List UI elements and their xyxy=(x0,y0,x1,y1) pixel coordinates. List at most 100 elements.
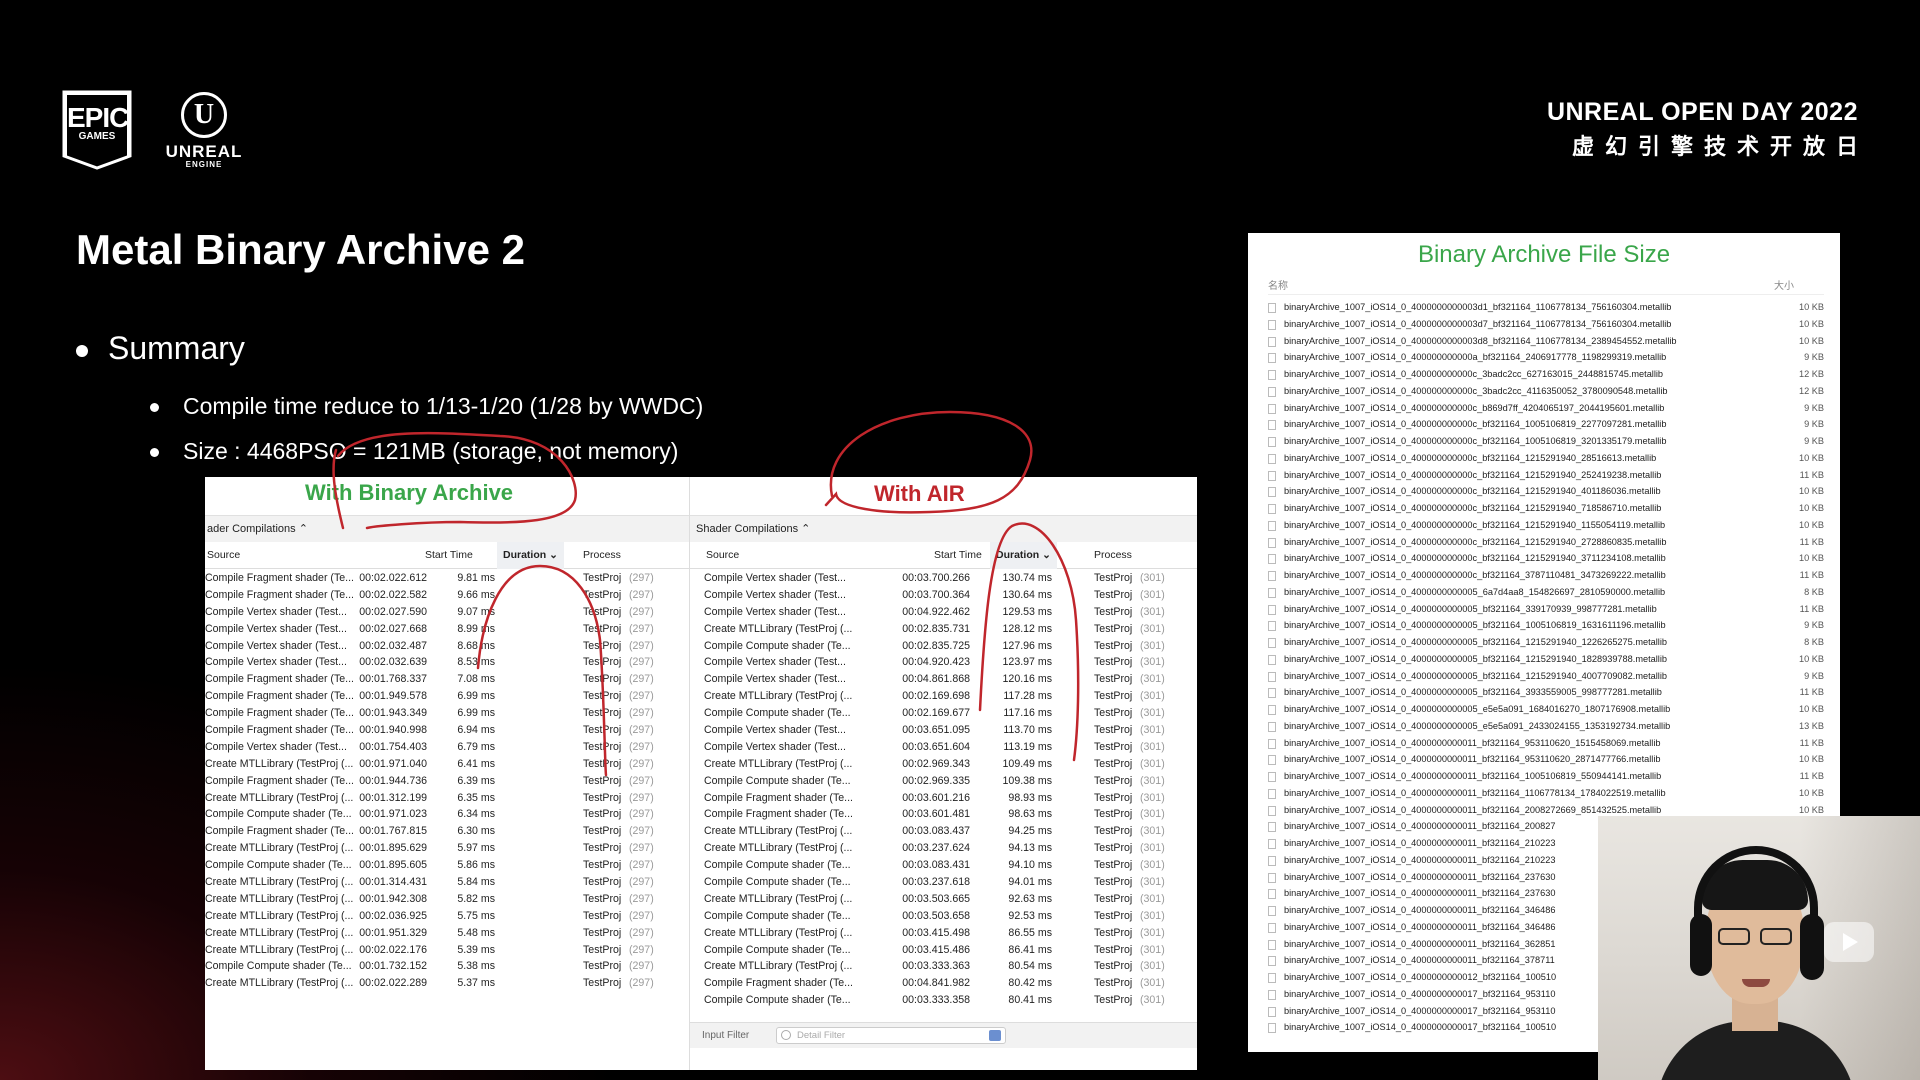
file-row[interactable]: binaryArchive_1007_iOS14_0_400000000000c… xyxy=(1268,500,1824,517)
file-row[interactable]: binaryArchive_1007_iOS14_0_4000000000011… xyxy=(1268,735,1824,752)
file-row[interactable]: binaryArchive_1007_iOS14_0_4000000000005… xyxy=(1268,718,1824,735)
table-row[interactable]: Compile Fragment shader (Te... 00:04.841.… xyxy=(690,975,1197,992)
file-row[interactable]: binaryArchive_1007_iOS14_0_4000000000011… xyxy=(1268,751,1824,768)
table-row[interactable]: Compile Fragment shader (Te... 00:01.944.… xyxy=(205,773,689,790)
col-start-time[interactable]: Start Time xyxy=(934,542,982,569)
col-process[interactable]: Process xyxy=(1094,542,1132,569)
filter-options-icon[interactable] xyxy=(989,1030,1001,1041)
table-row[interactable]: Create MTLLibrary (TestProj (... 00:01.31… xyxy=(205,790,689,807)
table-row[interactable]: Compile Vertex shader (Test... 00:04.920.… xyxy=(690,654,1197,671)
table-row[interactable]: Compile Compute shader (Te... 00:03.237.6… xyxy=(690,874,1197,891)
table-row[interactable]: Create MTLLibrary (TestProj (... 00:02.96… xyxy=(690,756,1197,773)
table-row[interactable]: Compile Compute shader (Te... 00:03.083.4… xyxy=(690,857,1197,874)
file-row[interactable]: binaryArchive_1007_iOS14_0_4000000000005… xyxy=(1268,634,1824,651)
file-row[interactable]: binaryArchive_1007_iOS14_0_400000000000c… xyxy=(1268,550,1824,567)
table-row[interactable]: Create MTLLibrary (TestProj (... 00:01.89… xyxy=(205,840,689,857)
file-row[interactable]: binaryArchive_1007_iOS14_0_400000000000c… xyxy=(1268,567,1824,584)
table-row[interactable]: Compile Vertex shader (Test... 00:02.027.… xyxy=(205,621,689,638)
table-row[interactable]: Create MTLLibrary (TestProj (... 00:03.23… xyxy=(690,840,1197,857)
cell-pid: (297) xyxy=(629,622,654,635)
file-row[interactable]: binaryArchive_1007_iOS14_0_400000000000c… xyxy=(1268,366,1824,383)
table-row[interactable]: Create MTLLibrary (TestProj (... 00:02.02… xyxy=(205,975,689,992)
shader-compilations-dropdown[interactable]: Shader Compilations ⌃ xyxy=(690,515,1197,543)
file-row[interactable]: binaryArchive_1007_iOS14_0_4000000000003… xyxy=(1268,316,1824,333)
table-row[interactable]: Create MTLLibrary (TestProj (... 00:01.97… xyxy=(205,756,689,773)
table-row[interactable]: Compile Vertex shader (Test... 00:02.032.… xyxy=(205,654,689,671)
detail-filter-input[interactable]: Detail Filter xyxy=(776,1027,1006,1044)
file-row[interactable]: binaryArchive_1007_iOS14_0_400000000000c… xyxy=(1268,383,1824,400)
file-row[interactable]: binaryArchive_1007_iOS14_0_4000000000005… xyxy=(1268,601,1824,618)
table-row[interactable]: Compile Compute shader (Te... 00:01.895.6… xyxy=(205,857,689,874)
file-row[interactable]: binaryArchive_1007_iOS14_0_4000000000005… xyxy=(1268,617,1824,634)
file-row[interactable]: binaryArchive_1007_iOS14_0_4000000000005… xyxy=(1268,668,1824,685)
table-row[interactable]: Compile Vertex shader (Test... 00:02.027.… xyxy=(205,604,689,621)
table-row[interactable]: Create MTLLibrary (TestProj (... 00:03.08… xyxy=(690,823,1197,840)
table-row[interactable]: Create MTLLibrary (TestProj (... 00:02.16… xyxy=(690,688,1197,705)
col-process[interactable]: Process xyxy=(583,542,621,569)
table-row[interactable]: Compile Vertex shader (Test... 00:02.032.… xyxy=(205,638,689,655)
file-row[interactable]: binaryArchive_1007_iOS14_0_4000000000005… xyxy=(1268,684,1824,701)
table-row[interactable]: Compile Compute shader (Te... 00:03.503.6… xyxy=(690,908,1197,925)
col-duration[interactable]: Duration ⌄ xyxy=(990,542,1057,569)
table-row[interactable]: Compile Fragment shader (Te... 00:01.940.… xyxy=(205,722,689,739)
file-row[interactable]: binaryArchive_1007_iOS14_0_400000000000c… xyxy=(1268,400,1824,417)
file-row[interactable]: binaryArchive_1007_iOS14_0_400000000000c… xyxy=(1268,467,1824,484)
cell-pid: (297) xyxy=(629,757,654,770)
table-row[interactable]: Compile Fragment shader (Te... 00:01.767.… xyxy=(205,823,689,840)
table-row[interactable]: Create MTLLibrary (TestProj (... 00:03.50… xyxy=(690,891,1197,908)
table-row[interactable]: Compile Compute shader (Te... 00:02.169.6… xyxy=(690,705,1197,722)
table-row[interactable]: Create MTLLibrary (TestProj (... 00:02.02… xyxy=(205,942,689,959)
col-duration[interactable]: Duration ⌄ xyxy=(497,542,564,569)
table-row[interactable]: Create MTLLibrary (TestProj (... 00:03.41… xyxy=(690,925,1197,942)
col-size[interactable]: 大小 xyxy=(1774,277,1794,292)
file-row[interactable]: binaryArchive_1007_iOS14_0_400000000000a… xyxy=(1268,349,1824,366)
table-row[interactable]: Compile Vertex shader (Test... 00:03.651.… xyxy=(690,722,1197,739)
table-row[interactable]: Create MTLLibrary (TestProj (... 00:02.03… xyxy=(205,908,689,925)
col-source[interactable]: Source xyxy=(207,542,240,569)
table-row[interactable]: Compile Compute shader (Te... 00:01.971.0… xyxy=(205,806,689,823)
file-row[interactable]: binaryArchive_1007_iOS14_0_4000000000005… xyxy=(1268,701,1824,718)
table-row[interactable]: Compile Fragment shader (Te... 00:01.768.… xyxy=(205,671,689,688)
file-row[interactable]: binaryArchive_1007_iOS14_0_400000000000c… xyxy=(1268,534,1824,551)
table-row[interactable]: Compile Fragment shader (Te... 00:02.022.… xyxy=(205,587,689,604)
file-row[interactable]: binaryArchive_1007_iOS14_0_4000000000003… xyxy=(1268,333,1824,350)
table-row[interactable]: Create MTLLibrary (TestProj (... 00:01.94… xyxy=(205,891,689,908)
col-start-time[interactable]: Start Time xyxy=(425,542,473,569)
cell-pid: (297) xyxy=(629,825,654,838)
file-row[interactable]: binaryArchive_1007_iOS14_0_4000000000011… xyxy=(1268,785,1824,802)
table-row[interactable]: Compile Fragment shader (Te... 00:03.601.… xyxy=(690,806,1197,823)
table-row[interactable]: Compile Fragment shader (Te... 00:03.601.… xyxy=(690,790,1197,807)
table-row[interactable]: Compile Fragment shader (Te... 00:01.943.… xyxy=(205,705,689,722)
play-icon[interactable] xyxy=(1824,922,1874,962)
file-row[interactable]: binaryArchive_1007_iOS14_0_4000000000005… xyxy=(1268,584,1824,601)
table-row[interactable]: Compile Vertex shader (Test... 00:03.700.… xyxy=(690,570,1197,587)
table-row[interactable]: Compile Vertex shader (Test... 00:01.754.… xyxy=(205,739,689,756)
file-row[interactable]: binaryArchive_1007_iOS14_0_400000000000c… xyxy=(1268,450,1824,467)
table-row[interactable]: Create MTLLibrary (TestProj (... 00:01.31… xyxy=(205,874,689,891)
table-row[interactable]: Compile Vertex shader (Test... 00:04.861.… xyxy=(690,671,1197,688)
table-row[interactable]: Compile Compute shader (Te... 00:02.969.3… xyxy=(690,773,1197,790)
table-row[interactable]: Compile Fragment shader (Te... 00:02.022.… xyxy=(205,570,689,587)
file-row[interactable]: binaryArchive_1007_iOS14_0_4000000000005… xyxy=(1268,651,1824,668)
file-row[interactable]: binaryArchive_1007_iOS14_0_4000000000003… xyxy=(1268,299,1824,316)
table-row[interactable]: Create MTLLibrary (TestProj (... 00:01.95… xyxy=(205,925,689,942)
col-name[interactable]: 名称 xyxy=(1268,281,1288,292)
shader-compilations-dropdown[interactable]: ader Compilations ⌃ xyxy=(205,515,689,543)
file-row[interactable]: binaryArchive_1007_iOS14_0_400000000000c… xyxy=(1268,483,1824,500)
table-row[interactable]: Compile Vertex shader (Test... 00:03.651.… xyxy=(690,739,1197,756)
file-row[interactable]: binaryArchive_1007_iOS14_0_400000000000c… xyxy=(1268,517,1824,534)
table-row[interactable]: Create MTLLibrary (TestProj (... 00:03.33… xyxy=(690,958,1197,975)
table-row[interactable]: Compile Compute shader (Te... 00:02.835.7… xyxy=(690,638,1197,655)
table-row[interactable]: Compile Fragment shader (Te... 00:01.949.… xyxy=(205,688,689,705)
file-row[interactable]: binaryArchive_1007_iOS14_0_400000000000c… xyxy=(1268,416,1824,433)
table-row[interactable]: Compile Compute shader (Te... 00:03.333.3… xyxy=(690,992,1197,1009)
table-row[interactable]: Compile Vertex shader (Test... 00:03.700.… xyxy=(690,587,1197,604)
table-row[interactable]: Compile Compute shader (Te... 00:01.732.1… xyxy=(205,958,689,975)
file-row[interactable]: binaryArchive_1007_iOS14_0_4000000000011… xyxy=(1268,768,1824,785)
file-row[interactable]: binaryArchive_1007_iOS14_0_400000000000c… xyxy=(1268,433,1824,450)
col-source[interactable]: Source xyxy=(706,542,739,569)
table-row[interactable]: Create MTLLibrary (TestProj (... 00:02.83… xyxy=(690,621,1197,638)
table-row[interactable]: Compile Vertex shader (Test... 00:04.922.… xyxy=(690,604,1197,621)
cell-start-time: 00:02.027.668 xyxy=(359,622,427,635)
table-row[interactable]: Compile Compute shader (Te... 00:03.415.4… xyxy=(690,942,1197,959)
